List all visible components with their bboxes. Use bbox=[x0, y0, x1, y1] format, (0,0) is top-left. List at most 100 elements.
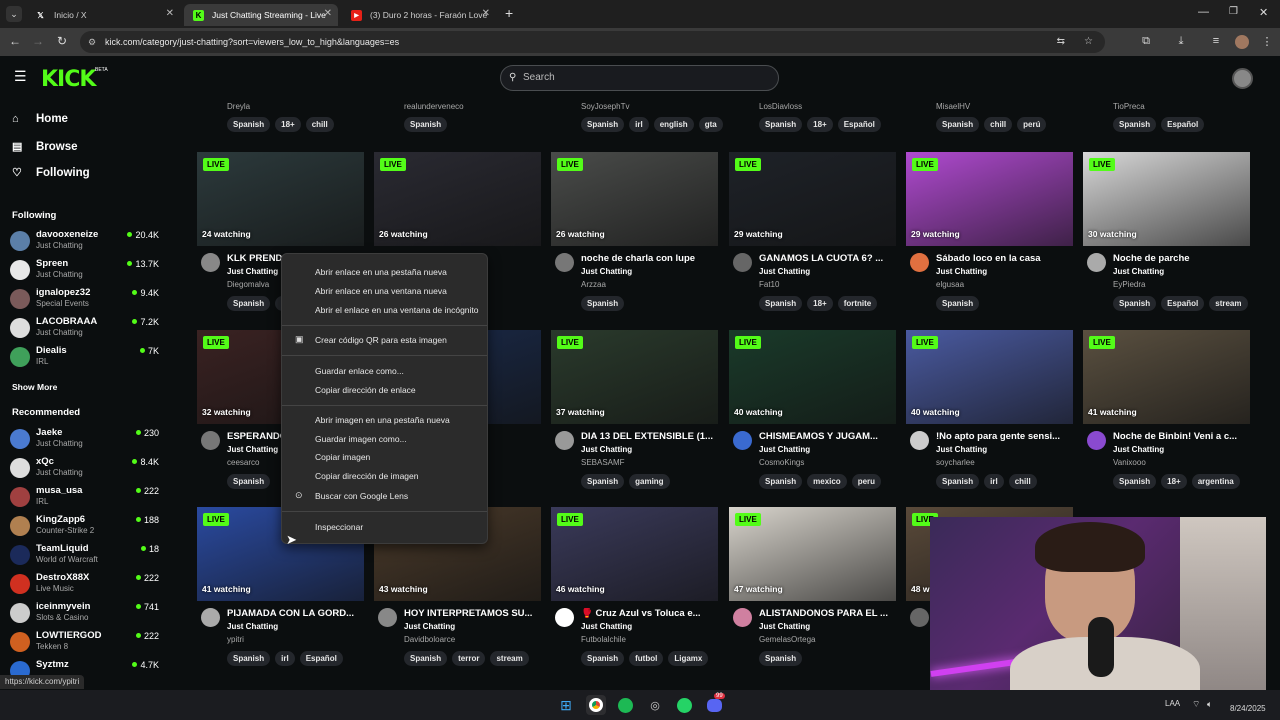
streamer-name[interactable]: soycharlee bbox=[936, 458, 975, 467]
tag-chip[interactable]: stream bbox=[490, 651, 529, 666]
tag-chip[interactable]: Español bbox=[299, 651, 343, 666]
streamer-avatar[interactable] bbox=[201, 253, 220, 272]
stream-thumbnail[interactable]: LIVE 24 watching bbox=[197, 152, 364, 246]
hamburger-menu-icon[interactable]: ☰ bbox=[14, 68, 27, 85]
streamer-avatar[interactable] bbox=[910, 608, 929, 627]
tag-chip[interactable]: chill bbox=[305, 117, 334, 132]
menu-dots-icon[interactable]: ⋮ bbox=[1260, 35, 1274, 48]
sidebar-channel[interactable]: davooxeneize Just Chatting 20.4K bbox=[10, 229, 162, 255]
sidebar-channel[interactable]: Diealis IRL 7K bbox=[10, 345, 162, 371]
tab-search-icon[interactable]: ⌄ bbox=[6, 6, 22, 22]
new-tab-plus-icon[interactable]: + bbox=[505, 5, 513, 21]
sidebar-item-browse[interactable]: ▤ Browse bbox=[12, 140, 78, 154]
tag-chip[interactable]: Spanish bbox=[936, 296, 980, 311]
sidebar-channel[interactable]: DestroX88X Live Music 222 bbox=[10, 572, 162, 598]
tag-chip[interactable]: Spanish bbox=[936, 117, 980, 132]
stream-title[interactable]: noche de charla con lupe bbox=[581, 253, 721, 264]
tag-chip[interactable]: Spanish bbox=[404, 117, 448, 132]
streamer-avatar[interactable] bbox=[378, 608, 397, 627]
tag-chip[interactable]: fortnite bbox=[837, 296, 878, 311]
tab-youtube[interactable]: ▶ (3) Duro 2 horas - Faraón Love ✕ bbox=[342, 4, 496, 26]
menu-item-open-image-new-tab[interactable]: Abrir imagen en una pestaña nueva bbox=[315, 415, 450, 425]
stream-category[interactable]: Just Chatting bbox=[581, 622, 632, 631]
stream-card[interactable]: LIVE 30 watching Noche de parche Just Chatt… bbox=[1083, 152, 1250, 322]
tag-chip[interactable]: chill bbox=[1008, 474, 1037, 489]
streamer-avatar[interactable] bbox=[555, 431, 574, 450]
tag-chip[interactable]: perú bbox=[1017, 117, 1047, 132]
menu-item-google-lens[interactable]: Buscar con Google Lens bbox=[315, 491, 408, 501]
stream-card[interactable]: LIVE 40 watching CHISMEAMOS Y JUGAM... Just… bbox=[729, 330, 896, 500]
stream-card-partial[interactable]: TioPreca Spanish Español bbox=[1083, 100, 1250, 136]
menu-item-copy-link[interactable]: Copiar dirección de enlace bbox=[315, 385, 416, 395]
stream-title[interactable]: GANAMOS LA CUOTA 6? ... bbox=[759, 253, 899, 264]
stream-thumbnail[interactable]: LIVE 29 watching bbox=[906, 152, 1073, 246]
streamer-name[interactable]: Arzzaa bbox=[581, 280, 606, 289]
stream-card[interactable]: LIVE 46 watching 🥊 Cruz Azul vs Toluca e..… bbox=[551, 507, 718, 677]
streamer-name[interactable]: Davidboloarce bbox=[404, 635, 455, 644]
tag-chip[interactable]: mexico bbox=[807, 474, 847, 489]
stream-thumbnail[interactable]: LIVE 41 watching bbox=[1083, 330, 1250, 424]
stream-title[interactable]: CHISMEAMOS Y JUGAM... bbox=[759, 431, 899, 442]
close-icon[interactable]: ✕ bbox=[482, 8, 490, 19]
sidebar-channel[interactable]: Spreen Just Chatting 13.7K bbox=[10, 258, 162, 284]
sidebar-channel[interactable]: Jaeke Just Chatting 230 bbox=[10, 427, 162, 453]
tag-chip[interactable]: Spanish bbox=[581, 117, 625, 132]
user-avatar[interactable] bbox=[1232, 68, 1253, 89]
stream-category[interactable]: Just Chatting bbox=[1113, 267, 1164, 276]
streamer-avatar[interactable] bbox=[733, 253, 752, 272]
sidebar-item-home[interactable]: ⌂ Home bbox=[12, 113, 68, 125]
tag-chip[interactable]: 18+ bbox=[1161, 474, 1187, 489]
streamer-avatar[interactable] bbox=[733, 431, 752, 450]
stream-category[interactable]: Just Chatting bbox=[227, 445, 278, 454]
tag-chip[interactable]: terror bbox=[452, 651, 486, 666]
window-close-icon[interactable]: ✕ bbox=[1259, 6, 1268, 19]
stream-thumbnail[interactable]: LIVE 46 watching bbox=[551, 507, 718, 601]
tag-chip[interactable]: irl bbox=[629, 117, 649, 132]
menu-item-copy-image[interactable]: Copiar imagen bbox=[315, 452, 370, 462]
downloads-icon[interactable]: ⤓ bbox=[1174, 35, 1188, 48]
tag-chip[interactable]: Spanish bbox=[759, 651, 803, 666]
streamer-name[interactable]: SEBASAMF bbox=[581, 458, 625, 467]
streamer-name[interactable]: Futbolalchile bbox=[581, 635, 626, 644]
stream-thumbnail[interactable]: LIVE 29 watching bbox=[729, 152, 896, 246]
stream-thumbnail[interactable]: LIVE 47 watching bbox=[729, 507, 896, 601]
tab-x[interactable]: 𝕏 Inicio / X ✕ bbox=[26, 4, 180, 26]
sidebar-channel[interactable]: iceinmyvein Slots & Casino 741 bbox=[10, 601, 162, 627]
site-info-icon[interactable]: ⚙ bbox=[88, 31, 96, 53]
media-controls-icon[interactable]: ≡ bbox=[1209, 35, 1223, 47]
wifi-icon[interactable]: ⌔ bbox=[1192, 699, 1200, 710]
stream-title[interactable]: ALISTANDONOS PARA EL ... bbox=[759, 608, 899, 619]
minimize-icon[interactable]: — bbox=[1198, 6, 1209, 18]
tag-chip[interactable]: 18+ bbox=[807, 296, 833, 311]
sidebar-item-following[interactable]: ♡ Following bbox=[12, 166, 90, 180]
close-icon[interactable]: ✕ bbox=[166, 8, 174, 19]
stream-card[interactable]: LIVE 47 watching ALISTANDONOS PARA EL ... J… bbox=[729, 507, 896, 677]
tag-chip[interactable]: Spanish bbox=[759, 474, 803, 489]
stream-card[interactable]: LIVE 29 watching Sábado loco en la casa Jus… bbox=[906, 152, 1073, 322]
tag-chip[interactable]: gta bbox=[698, 117, 723, 132]
tag-chip[interactable]: 18+ bbox=[807, 117, 833, 132]
stream-category[interactable]: Just Chatting bbox=[759, 445, 810, 454]
streamer-avatar[interactable] bbox=[1087, 253, 1106, 272]
menu-item-open-link-new-window[interactable]: Abrir enlace en una ventana nueva bbox=[315, 286, 447, 296]
stream-category[interactable]: Just Chatting bbox=[936, 267, 987, 276]
stream-category[interactable]: Just Chatting bbox=[759, 267, 810, 276]
extensions-icon[interactable]: ⧉ bbox=[1139, 35, 1153, 48]
streamer-name[interactable]: EyPiedra bbox=[1113, 280, 1145, 289]
stream-title[interactable]: Noche de parche bbox=[1113, 253, 1253, 264]
streamer-name[interactable]: ypitri bbox=[227, 635, 244, 644]
tag-chip[interactable]: irl bbox=[984, 474, 1004, 489]
tag-chip[interactable]: Spanish bbox=[1113, 117, 1157, 132]
stream-title[interactable]: PIJAMADA CON LA GORD... bbox=[227, 608, 367, 619]
reload-icon[interactable]: ↻ bbox=[54, 34, 70, 48]
windows-start-icon[interactable]: ⊞ bbox=[556, 695, 576, 715]
stream-card[interactable]: LIVE 40 watching !No apto para gente sensi… bbox=[906, 330, 1073, 500]
tag-chip[interactable]: gaming bbox=[629, 474, 670, 489]
menu-item-open-link-incognito[interactable]: Abrir el enlace en una ventana de incógn… bbox=[315, 305, 479, 315]
stream-card-partial[interactable]: SoyJosephTv Spanish irl english gta bbox=[551, 100, 723, 136]
tag-chip[interactable]: Spanish bbox=[1113, 296, 1157, 311]
profile-avatar[interactable] bbox=[1235, 35, 1249, 49]
stream-category[interactable]: Just Chatting bbox=[227, 622, 278, 631]
sidebar-channel[interactable]: musa_usa IRL 222 bbox=[10, 485, 162, 511]
tag-chip[interactable]: chill bbox=[984, 117, 1013, 132]
